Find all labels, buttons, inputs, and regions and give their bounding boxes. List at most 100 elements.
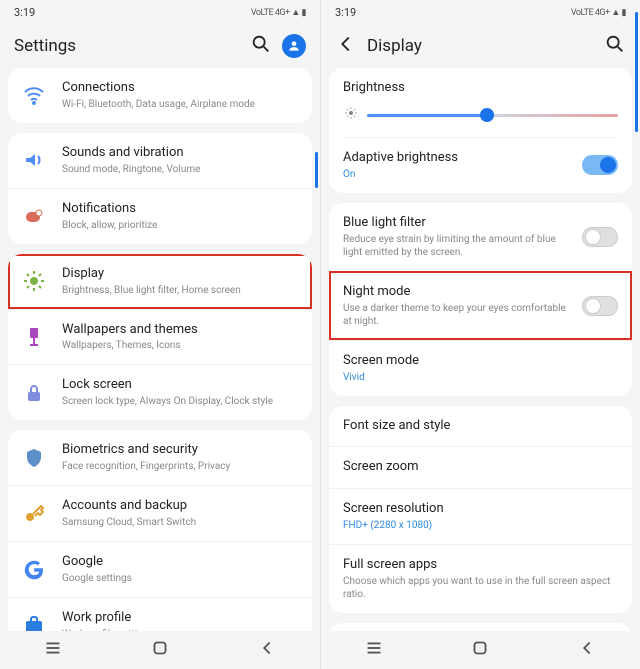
google-icon	[22, 558, 46, 582]
item-title: Notifications	[62, 201, 298, 218]
status-bar: 3:19 VoLTE 4G+ ▲ ▮	[321, 0, 640, 24]
item-subtitle: Brightness, Blue light filter, Home scre…	[62, 284, 298, 297]
item-subtitle: Wi-Fi, Bluetooth, Data usage, Airplane m…	[62, 98, 298, 111]
item-title: Screen zoom	[343, 459, 618, 476]
item-subtitle: Block, allow, prioritize	[62, 219, 298, 232]
item-title: Sounds and vibration	[62, 145, 298, 162]
home-button[interactable]	[149, 637, 171, 663]
item-title: Connections	[62, 80, 298, 97]
settings-group: Display Brightness, Blue light filter, H…	[8, 254, 312, 421]
brightness-slider-row	[329, 101, 632, 137]
settings-item-sounds-and-vibration[interactable]: Sounds and vibration Sound mode, Rington…	[8, 133, 312, 188]
brightness-slider[interactable]	[367, 107, 618, 123]
settings-item-connections[interactable]: Connections Wi-Fi, Bluetooth, Data usage…	[8, 68, 312, 123]
item-title: Display	[62, 266, 298, 283]
back-button[interactable]	[576, 637, 598, 663]
settings-item-display[interactable]: Display Brightness, Blue light filter, H…	[8, 254, 312, 309]
toggle-switch[interactable]	[582, 155, 618, 175]
item-subtitle: Use a darker theme to keep your eyes com…	[343, 302, 574, 328]
item-subtitle: Screen lock type, Always On Display, Clo…	[62, 395, 298, 408]
brightness-label: Brightness	[329, 68, 632, 101]
timeout-card: Screen timeoutAfter 10 minutes of inacti…	[329, 623, 632, 631]
briefcase-icon	[22, 613, 46, 631]
display-item-full-screen-apps[interactable]: Full screen appsChoose which apps you wa…	[329, 544, 632, 613]
recents-button[interactable]	[42, 637, 64, 663]
nav-bar	[0, 631, 320, 669]
item-title: Screen mode	[343, 353, 618, 370]
settings-item-google[interactable]: Google Google settings	[8, 541, 312, 597]
settings-item-accounts-and-backup[interactable]: Accounts and backup Samsung Cloud, Smart…	[8, 485, 312, 541]
display-item-font-size-and-style[interactable]: Font size and style	[329, 406, 632, 447]
toggle-switch[interactable]	[582, 227, 618, 247]
display-icon	[22, 269, 46, 293]
key-icon	[22, 502, 46, 526]
item-subtitle: On	[343, 168, 574, 181]
item-subtitle: Reduce eye strain by limiting the amount…	[343, 233, 574, 259]
search-icon[interactable]	[604, 33, 626, 59]
display-item-screen-zoom[interactable]: Screen zoom	[329, 446, 632, 488]
settings-item-wallpapers-and-themes[interactable]: Wallpapers and themes Wallpapers, Themes…	[8, 309, 312, 365]
item-title: Blue light filter	[343, 215, 574, 232]
toggle-switch[interactable]	[582, 296, 618, 316]
item-title: Google	[62, 554, 298, 571]
brightness-card: Brightness Adaptive brightnessOn	[329, 68, 632, 193]
sound-icon	[22, 148, 46, 172]
item-title: Full screen apps	[343, 557, 618, 574]
account-icon[interactable]	[282, 34, 306, 58]
item-title: Night mode	[343, 284, 574, 301]
settings-item-work-profile[interactable]: Work profile Work profile settings	[8, 597, 312, 631]
item-title: Adaptive brightness	[343, 150, 574, 167]
settings-list[interactable]: Connections Wi-Fi, Bluetooth, Data usage…	[0, 68, 320, 631]
recents-button[interactable]	[363, 637, 385, 663]
item-title: Wallpapers and themes	[62, 322, 298, 339]
sun-icon	[343, 105, 359, 125]
settings-item-lock-screen[interactable]: Lock screen Screen lock type, Always On …	[8, 364, 312, 420]
font-zoom-card: Font size and style Screen zoom Screen r…	[329, 406, 632, 614]
page-title: Display	[367, 36, 604, 56]
clock: 3:19	[14, 6, 35, 19]
nav-bar	[321, 631, 640, 669]
settings-screen: 3:19 VoLTE 4G+ ▲ ▮ Settings Connections …	[0, 0, 320, 669]
item-subtitle: Vivid	[343, 371, 618, 384]
back-icon[interactable]	[335, 33, 367, 59]
lock-icon	[22, 381, 46, 405]
status-bar: 3:19 VoLTE 4G+ ▲ ▮	[0, 0, 320, 24]
settings-group: Biometrics and security Face recognition…	[8, 430, 312, 631]
status-icons: VoLTE 4G+ ▲ ▮	[571, 7, 626, 18]
item-title: Font size and style	[343, 418, 618, 435]
display-mode-card: Blue light filterReduce eye strain by li…	[329, 203, 632, 396]
item-subtitle: Wallpapers, Themes, Icons	[62, 339, 298, 352]
item-subtitle: FHD+ (2280 x 1080)	[343, 519, 618, 532]
wifi-icon	[22, 83, 46, 107]
settings-item-biometrics-and-security[interactable]: Biometrics and security Face recognition…	[8, 430, 312, 485]
item-subtitle: Face recognition, Fingerprints, Privacy	[62, 460, 298, 473]
item-title: Biometrics and security	[62, 442, 298, 459]
item-subtitle: Samsung Cloud, Smart Switch	[62, 516, 298, 529]
home-button[interactable]	[469, 637, 491, 663]
display-item-screen-mode[interactable]: Screen modeVivid	[329, 340, 632, 396]
item-title: Lock screen	[62, 377, 298, 394]
display-item-adaptive-brightness[interactable]: Adaptive brightnessOn	[329, 138, 632, 193]
page-title: Settings	[14, 36, 250, 56]
settings-item-notifications[interactable]: Notifications Block, allow, prioritize	[8, 188, 312, 244]
notif-icon	[22, 204, 46, 228]
item-subtitle: Choose which apps you want to use in the…	[343, 575, 618, 601]
display-item-screen-resolution[interactable]: Screen resolutionFHD+ (2280 x 1080)	[329, 488, 632, 544]
back-button[interactable]	[256, 637, 278, 663]
item-title: Work profile	[62, 610, 298, 627]
shield-icon	[22, 446, 46, 470]
search-icon[interactable]	[250, 33, 272, 59]
item-title: Screen resolution	[343, 501, 618, 518]
display-item-blue-light-filter[interactable]: Blue light filterReduce eye strain by li…	[329, 203, 632, 271]
display-settings-list[interactable]: Brightness Adaptive brightnessOn Blue li…	[321, 68, 640, 631]
display-item-night-mode[interactable]: Night modeUse a darker theme to keep you…	[329, 271, 632, 340]
item-subtitle: Sound mode, Ringtone, Volume	[62, 163, 298, 176]
display-settings-screen: 3:19 VoLTE 4G+ ▲ ▮ Display Brightness	[320, 0, 640, 669]
display-item-screen-timeout[interactable]: Screen timeoutAfter 10 minutes of inacti…	[329, 623, 632, 631]
item-title: Accounts and backup	[62, 498, 298, 515]
settings-group: Sounds and vibration Sound mode, Rington…	[8, 133, 312, 244]
item-subtitle: Work profile settings	[62, 628, 298, 631]
wallpaper-icon	[22, 325, 46, 349]
header: Display	[321, 24, 640, 68]
status-icons: VoLTE 4G+ ▲ ▮	[251, 7, 306, 18]
